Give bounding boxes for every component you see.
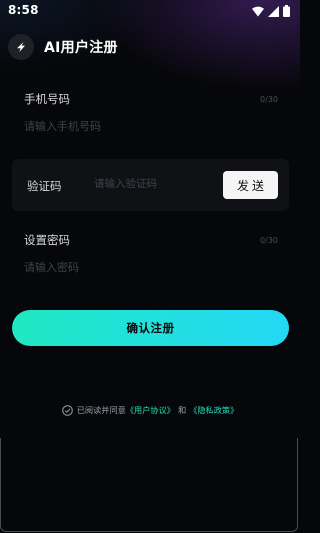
agreement-prefix: 已阅读并同意 xyxy=(76,405,126,415)
password-label: 设置密码 xyxy=(24,233,70,247)
status-time: 8:58 xyxy=(8,3,39,17)
app-header: AI用户注册 xyxy=(8,33,118,61)
verify-code-row: 验证码 发送 xyxy=(12,159,289,211)
page-title: AI用户注册 xyxy=(44,40,118,56)
verify-code-input[interactable] xyxy=(94,174,214,194)
status-icons xyxy=(252,4,290,18)
phone-input[interactable] xyxy=(24,116,274,136)
privacy-policy-link[interactable]: 《隐私政策》 xyxy=(189,404,238,416)
phone-label: 手机号码 xyxy=(24,92,70,106)
phone-counter: 0/30 xyxy=(260,95,278,104)
signal-icon xyxy=(268,5,279,17)
battery-icon xyxy=(283,5,290,17)
password-counter: 0/30 xyxy=(260,236,278,245)
lightning-bolt-icon xyxy=(15,38,27,57)
agreement-line: 已阅读并同意 《用户协议》 和 《隐私政策》 xyxy=(0,402,300,418)
app-logo xyxy=(8,34,34,60)
user-agreement-link[interactable]: 《用户协议》 xyxy=(126,404,175,416)
register-screen: 8:58 AI用户注册 手机号码 0/30 验证码 xyxy=(0,0,300,533)
agreement-and: 和 xyxy=(177,405,187,415)
status-bar: 8:58 xyxy=(0,0,300,22)
check-circle-icon[interactable] xyxy=(61,404,73,416)
password-input[interactable] xyxy=(24,257,274,277)
bottom-frame xyxy=(0,438,298,532)
verify-code-label: 验证码 xyxy=(27,179,62,193)
wifi-icon xyxy=(252,6,264,17)
confirm-register-button[interactable]: 确认注册 xyxy=(12,310,289,346)
send-code-button[interactable]: 发送 xyxy=(223,171,278,199)
